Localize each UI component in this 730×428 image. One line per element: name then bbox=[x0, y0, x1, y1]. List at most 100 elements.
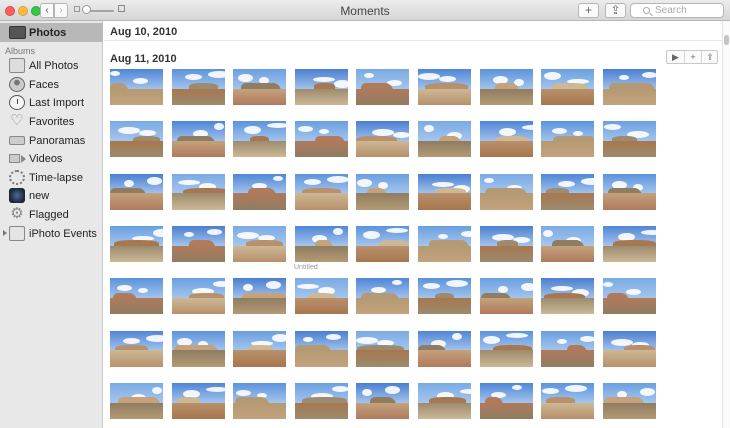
photo-thumbnail[interactable] bbox=[233, 382, 287, 419]
photo-thumbnail[interactable] bbox=[541, 225, 595, 262]
photo-thumbnail[interactable] bbox=[602, 382, 656, 419]
timelapse-icon bbox=[9, 170, 25, 185]
photo-thumbnail[interactable] bbox=[479, 69, 533, 105]
zoom-large-icon bbox=[118, 5, 125, 12]
sidebar-item-photos[interactable]: Photos bbox=[0, 23, 103, 42]
search-input[interactable]: Search bbox=[630, 3, 724, 18]
photo-thumbnail[interactable] bbox=[233, 225, 287, 262]
photo-thumbnail[interactable] bbox=[356, 69, 410, 105]
photo-thumbnail[interactable] bbox=[356, 382, 410, 419]
photo-thumbnail[interactable] bbox=[602, 330, 656, 367]
photo-thumbnail[interactable] bbox=[479, 278, 533, 315]
sidebar-item-favorites[interactable]: ♡ Favorites bbox=[0, 113, 103, 131]
photo-thumbnail[interactable] bbox=[110, 225, 163, 262]
sidebar-item-flagged[interactable]: ⚙ Flagged bbox=[0, 206, 103, 224]
disclosure-triangle-icon[interactable] bbox=[3, 230, 7, 236]
photo-thumbnail[interactable] bbox=[294, 225, 348, 262]
photo-thumbnail[interactable] bbox=[233, 330, 287, 367]
photo-thumbnail[interactable] bbox=[171, 173, 225, 210]
photo-thumbnail[interactable] bbox=[418, 173, 471, 210]
sidebar-item-panoramas[interactable]: Panoramas bbox=[0, 132, 103, 150]
photo-thumbnail[interactable] bbox=[541, 278, 595, 315]
sidebar-item-faces[interactable]: Faces bbox=[0, 76, 103, 94]
photo-thumbnail[interactable] bbox=[110, 173, 163, 210]
forward-button[interactable]: › bbox=[54, 3, 68, 18]
photo-thumbnail[interactable] bbox=[294, 278, 348, 315]
photo-thumbnail[interactable] bbox=[541, 69, 595, 105]
photo-thumbnail[interactable] bbox=[233, 278, 287, 315]
photo-thumbnail[interactable] bbox=[171, 278, 225, 315]
photo-thumbnail[interactable] bbox=[479, 330, 533, 367]
photo-thumbnail[interactable] bbox=[110, 69, 163, 105]
photo-thumbnail[interactable] bbox=[294, 330, 348, 367]
photo-thumbnail[interactable] bbox=[356, 121, 410, 158]
flag-icon: ⚙ bbox=[10, 205, 24, 222]
photo-thumbnail[interactable] bbox=[602, 121, 656, 158]
photo-thumbnail[interactable] bbox=[479, 382, 533, 419]
back-button[interactable]: ‹ bbox=[40, 3, 54, 18]
photo-thumbnail[interactable] bbox=[602, 69, 656, 105]
moment-actions: ▶ + ⇪ bbox=[666, 50, 718, 64]
photo-thumbnail[interactable] bbox=[171, 69, 225, 105]
photo-thumbnail[interactable] bbox=[110, 278, 163, 315]
share-button[interactable]: ⇪ bbox=[605, 3, 626, 18]
photo-thumbnail[interactable] bbox=[418, 69, 471, 105]
zoom-small-icon bbox=[74, 6, 80, 12]
sidebar-item-iphoto-events[interactable]: iPhoto Events bbox=[0, 225, 103, 243]
photo-thumbnail[interactable] bbox=[418, 330, 471, 367]
photo-grid-area: Aug 10, 2010 Aug 11, 2010 ▶ + ⇪ Untitled bbox=[104, 21, 722, 428]
vertical-scrollbar[interactable] bbox=[722, 21, 730, 428]
photo-thumbnail[interactable] bbox=[356, 173, 410, 210]
photo-caption: Untitled bbox=[294, 264, 318, 271]
photo-thumbnail[interactable] bbox=[356, 225, 410, 262]
photo-thumbnail[interactable] bbox=[356, 330, 410, 367]
photo-thumbnail[interactable] bbox=[294, 382, 348, 419]
photo-thumbnail[interactable] bbox=[541, 173, 595, 210]
zoom-slider-knob[interactable] bbox=[82, 5, 91, 14]
photo-thumbnail[interactable] bbox=[110, 330, 163, 367]
photo-thumbnail[interactable] bbox=[294, 69, 348, 105]
photo-thumbnail[interactable] bbox=[171, 121, 225, 158]
photo-thumbnail[interactable] bbox=[541, 330, 595, 367]
photo-thumbnail[interactable] bbox=[602, 278, 656, 315]
photo-thumbnail[interactable] bbox=[233, 69, 287, 105]
photo-thumbnail[interactable] bbox=[171, 382, 225, 419]
sidebar-item-all-photos[interactable]: All Photos bbox=[0, 57, 103, 75]
minimize-window-button[interactable] bbox=[18, 6, 28, 16]
photo-thumbnail[interactable] bbox=[171, 330, 225, 367]
photo-thumbnail[interactable] bbox=[418, 225, 471, 262]
add-button[interactable]: + bbox=[578, 3, 599, 18]
photo-thumbnail[interactable] bbox=[602, 225, 656, 262]
sidebar-item-label: Faces bbox=[29, 79, 59, 91]
sidebar-item-time-lapse[interactable]: Time-lapse bbox=[0, 169, 103, 187]
photo-thumbnail[interactable] bbox=[294, 173, 348, 210]
search-icon bbox=[643, 7, 650, 14]
photo-thumbnail[interactable] bbox=[110, 121, 163, 158]
sidebar-item-new[interactable]: new bbox=[0, 187, 103, 205]
photo-thumbnail[interactable] bbox=[479, 173, 533, 210]
photo-thumbnail[interactable] bbox=[479, 225, 533, 262]
moment-share-button[interactable]: ⇪ bbox=[701, 51, 718, 63]
photo-thumbnail[interactable] bbox=[171, 225, 225, 262]
photo-thumbnail[interactable] bbox=[418, 121, 471, 158]
photo-thumbnail[interactable] bbox=[233, 121, 287, 158]
photo-thumbnail[interactable] bbox=[233, 173, 287, 210]
moment-add-button[interactable]: + bbox=[684, 51, 701, 63]
photo-thumbnail[interactable] bbox=[541, 382, 595, 419]
photo-thumbnail[interactable] bbox=[110, 382, 163, 419]
scrollbar-thumb[interactable] bbox=[724, 35, 729, 45]
photo-thumbnail[interactable] bbox=[479, 121, 533, 158]
photo-thumbnail[interactable] bbox=[602, 173, 656, 210]
photo-thumbnail[interactable] bbox=[541, 121, 595, 158]
sidebar-item-videos[interactable]: Videos bbox=[0, 150, 103, 168]
photo-thumbnail[interactable] bbox=[418, 382, 471, 419]
sidebar-item-label: Time-lapse bbox=[29, 172, 83, 184]
photo-thumbnail[interactable] bbox=[418, 278, 471, 315]
slideshow-play-button[interactable]: ▶ bbox=[667, 51, 684, 63]
sidebar-item-label: All Photos bbox=[29, 60, 79, 72]
photo-thumbnail[interactable] bbox=[356, 278, 410, 315]
close-window-button[interactable] bbox=[5, 6, 15, 16]
photo-thumbnail[interactable] bbox=[294, 121, 348, 158]
sidebar-item-label: Videos bbox=[29, 153, 63, 165]
sidebar-item-last-import[interactable]: Last Import bbox=[0, 94, 103, 112]
